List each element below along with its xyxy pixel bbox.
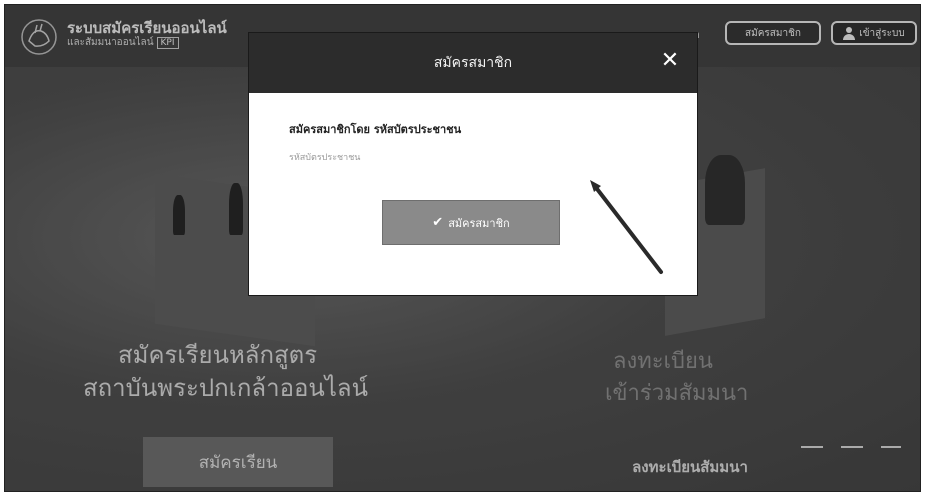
close-icon[interactable]: ✕ <box>659 50 681 72</box>
page-frame: สมัครเรียนหลักสูตร สถาบันพระปกเกล้าออนไล… <box>4 4 921 492</box>
submit-register-label: สมัครสมาชิก <box>448 216 510 230</box>
modal-title: สมัครสมาชิก <box>433 55 513 71</box>
check-icon: ✔ <box>432 215 444 230</box>
register-modal: สมัครสมาชิก ✕ สมัครสมาชิกโดย รหัสบัตรประ… <box>249 33 697 295</box>
submit-register-button[interactable]: ✔ สมัครสมาชิก <box>383 201 559 244</box>
id-card-field-label: สมัครสมาชิกโดย รหัสบัตรประชาชน <box>289 123 462 136</box>
id-card-input[interactable] <box>289 146 559 170</box>
